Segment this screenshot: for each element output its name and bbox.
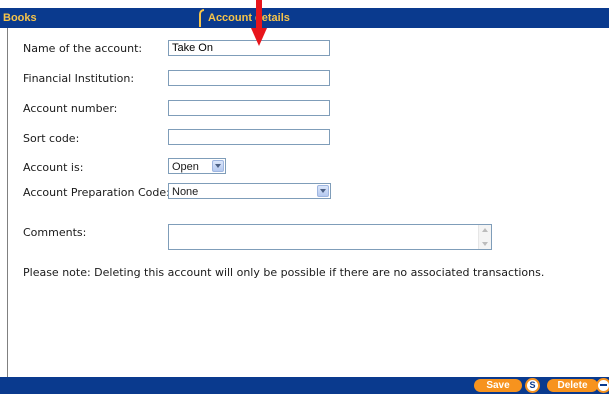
save-button[interactable]: Save [474, 379, 522, 392]
prep-code-value: None [172, 186, 199, 198]
comments-label: Comments: [23, 226, 87, 239]
financial-institution-input[interactable] [168, 70, 330, 86]
comments-textarea[interactable] [168, 224, 492, 250]
sort-code-input[interactable] [168, 129, 330, 145]
bottom-action-bar: Save S Delete [0, 377, 609, 394]
account-number-input[interactable] [168, 100, 330, 116]
red-down-arrow-icon [251, 0, 267, 46]
account-status-value: Open [172, 161, 199, 173]
tab-account-details[interactable]: Account details [199, 8, 290, 28]
delete-button[interactable]: Delete [547, 379, 598, 392]
account-form-panel: Name of the account: Take On Financial I… [7, 28, 609, 377]
prep-code-label: Account Preparation Code: [23, 186, 170, 199]
comments-scrollbar[interactable] [478, 225, 491, 249]
account-status-label: Account is: [23, 161, 84, 174]
chevron-down-icon[interactable] [212, 160, 224, 172]
top-tab-bar: Books Account details [0, 8, 609, 28]
financial-institution-label: Financial Institution: [23, 72, 135, 85]
account-status-select[interactable]: Open [168, 158, 226, 174]
tab-books[interactable]: Books [3, 8, 37, 28]
prep-code-select[interactable]: None [168, 183, 331, 199]
chevron-down-icon[interactable] [317, 185, 329, 197]
delete-minus-icon[interactable] [596, 378, 609, 393]
scroll-up-icon[interactable] [482, 228, 488, 232]
delete-note: Please note: Deleting this account will … [23, 266, 545, 279]
account-number-label: Account number: [23, 102, 118, 115]
save-shortcut-icon[interactable]: S [525, 378, 540, 393]
account-name-label: Name of the account: [23, 42, 143, 55]
account-name-input[interactable]: Take On [168, 40, 330, 56]
sort-code-label: Sort code: [23, 132, 80, 145]
scroll-down-icon[interactable] [482, 242, 488, 246]
